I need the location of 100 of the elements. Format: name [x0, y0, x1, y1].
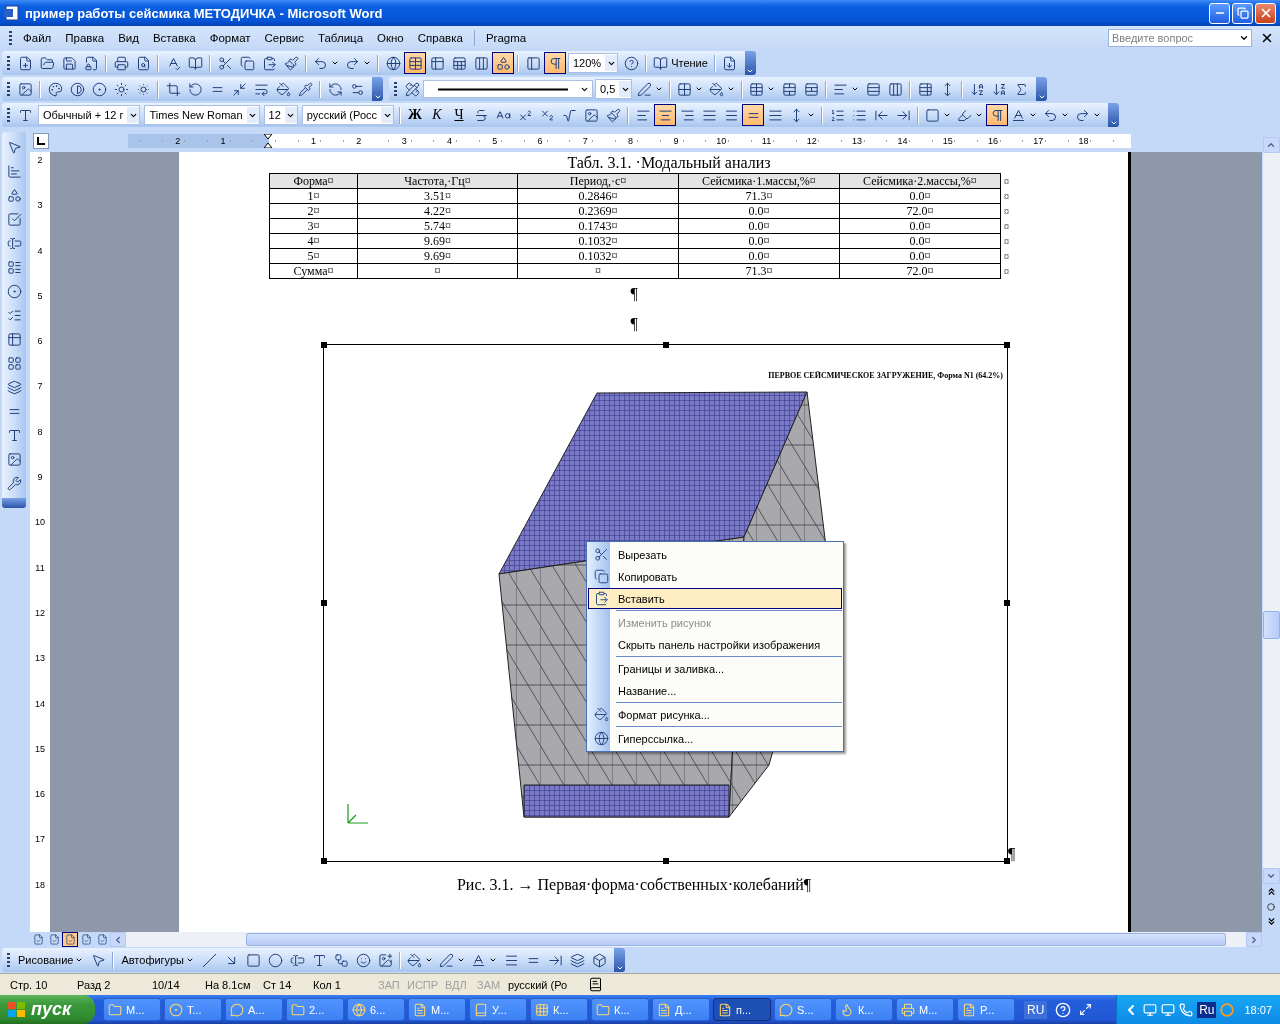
column-header: Период,·с¤: [517, 173, 679, 189]
ruler-number: 16: [34, 788, 46, 802]
menu-item[interactable]: Гиперссылка...: [588, 728, 842, 749]
ruler-number: 3: [400, 136, 408, 146]
ruler-number: 15: [34, 742, 46, 756]
ruler-number: 13: [851, 136, 864, 146]
menu-item[interactable]: Границы и заливка...: [588, 658, 842, 679]
ruler-number: 18: [34, 878, 46, 892]
status-field: русский (Ро: [508, 978, 568, 991]
ruler-number: 1: [219, 136, 227, 146]
row-end-mark: ¤: [1000, 173, 1009, 189]
dropdown-field[interactable]: русский (Росс: [301, 105, 394, 125]
menu-item[interactable]: Окно: [370, 32, 411, 44]
window-title: пример работы сейсмика МЕТОДИЧКА - Microsoft Word: [25, 5, 383, 21]
ruler-number: 2: [174, 136, 182, 146]
column-header: Частота,·Гц¤: [357, 173, 518, 189]
menu-item[interactable]: Файл: [16, 32, 59, 44]
menu-item[interactable]: Pragma: [478, 32, 534, 44]
ruler-number: 12: [34, 606, 46, 620]
table-caption: Табл. 3.1. ·Модальный анализ: [566, 154, 772, 172]
ruler-number: 5: [491, 136, 499, 146]
status-field: ИСПР: [407, 978, 439, 991]
paragraph-mark: ¶: [629, 284, 639, 304]
ruler-number: 2: [355, 136, 363, 146]
dropdown-field[interactable]: 12: [263, 105, 298, 125]
status-field: 10/14: [152, 978, 180, 991]
column-header: Сейсмика·1.массы,%¤: [678, 173, 840, 189]
ruler-number: 15: [941, 136, 954, 146]
ruler-number: 7: [581, 136, 589, 146]
ruler-number: 2: [36, 154, 44, 167]
ruler-number: 11: [760, 136, 773, 146]
menu-item[interactable]: Формат рисунка...: [588, 704, 842, 725]
menu-item[interactable]: Вид: [111, 32, 146, 44]
clock: 18:07: [1244, 1003, 1272, 1016]
row-end-mark: ¤: [1000, 188, 1009, 204]
menu-item[interactable]: Таблица: [310, 32, 371, 44]
italic-button[interactable]: К: [426, 104, 448, 126]
paragraph-mark: ¶: [1008, 846, 1016, 862]
reading-button[interactable]: Чтение: [650, 52, 711, 74]
menu-item[interactable]: Вырезать: [588, 544, 842, 565]
ruler-number: 14: [34, 697, 46, 711]
status-field: ВДЛ: [445, 978, 467, 991]
status-field: На 8.1см: [205, 978, 251, 991]
bold-button[interactable]: Ж: [404, 104, 426, 126]
ruler-number: 5: [36, 289, 44, 303]
menu-item[interactable]: Название...: [588, 680, 842, 701]
underline-button[interactable]: Ч: [448, 104, 470, 126]
dropdown-field[interactable]: Times New Roman: [144, 105, 260, 125]
menu-item[interactable]: Формат: [202, 32, 258, 44]
start-button[interactable]: пуск: [0, 995, 95, 1024]
toolbar-menu-button[interactable]: Автофигуры: [117, 949, 198, 971]
dropdown-field[interactable]: Обычный + 12 г: [38, 105, 141, 125]
row-end-mark: ¤: [1000, 248, 1009, 264]
row-end-mark: ¤: [1000, 263, 1009, 279]
column-header: Сейсмика·2.массы,%¤: [839, 173, 1001, 189]
ruler-number: 17: [34, 833, 46, 847]
menu-item[interactable]: Справка: [410, 32, 470, 44]
ruler-number: 8: [627, 136, 635, 146]
taskbar-button[interactable]: п...: [713, 998, 771, 1021]
ruler-number: 9: [672, 136, 680, 146]
ruler-number: 6: [536, 136, 544, 146]
ruler-number: 14: [896, 136, 909, 146]
status-field: Разд 2: [77, 978, 111, 991]
ruler-number: 11: [34, 561, 46, 575]
picture-title: ПЕРВОЕ СЕЙСМИЧЕСКОЕ ЗАГРУЖЕНИЕ, Форма N1 (64.2%): [768, 371, 1003, 380]
ruler-number: 9: [36, 471, 44, 485]
menu-item[interactable]: Правка: [58, 32, 112, 44]
ruler-number: 10: [715, 136, 728, 146]
menu-item[interactable]: Сервис: [257, 32, 311, 44]
toolbar-menu-button[interactable]: Рисование: [14, 949, 88, 971]
ruler-number: 18: [1077, 136, 1090, 146]
figure-caption: Рис. 3.1. → Первая·форма·собственных·колебаний¶: [455, 875, 812, 895]
ruler-number: 8: [36, 425, 44, 439]
ruler-number: 3: [36, 199, 44, 213]
ruler-number: 16: [987, 136, 999, 146]
paragraph-mark: ¶: [629, 314, 639, 334]
row-end-mark: ¤: [1000, 203, 1009, 219]
dropdown-field[interactable]: 0,5: [595, 79, 633, 99]
ruler-number: 4: [445, 136, 453, 146]
menu-item[interactable]: Копировать: [588, 566, 842, 587]
status-field: ЗАП: [378, 978, 400, 991]
menu-item[interactable]: Вставка: [145, 32, 203, 44]
language-indicator[interactable]: RU: [1024, 1000, 1048, 1019]
ruler-number: 4: [36, 244, 44, 258]
keyboard-language[interactable]: Ru: [1197, 1001, 1217, 1018]
menu-item[interactable]: Вставить: [588, 588, 842, 609]
status-field: Кол 1: [313, 978, 341, 991]
row-end-mark: ¤: [1000, 218, 1009, 234]
status-field: Стр. 10: [10, 978, 48, 991]
ruler-number: 12: [805, 136, 818, 146]
ruler-number: 17: [1032, 136, 1045, 146]
dropdown-field[interactable]: 120%: [568, 53, 619, 73]
column-header: Форма¤: [269, 173, 358, 189]
menu-item[interactable]: Скрыть панель настройки изображения: [588, 634, 842, 655]
ruler-number: 10: [34, 516, 46, 530]
ruler-number: 6: [36, 335, 44, 349]
ruler-number: 13: [34, 652, 46, 666]
status-field: Ст 14: [263, 978, 292, 991]
row-end-mark: ¤: [1000, 233, 1009, 249]
ruler-number: 1: [310, 136, 318, 146]
